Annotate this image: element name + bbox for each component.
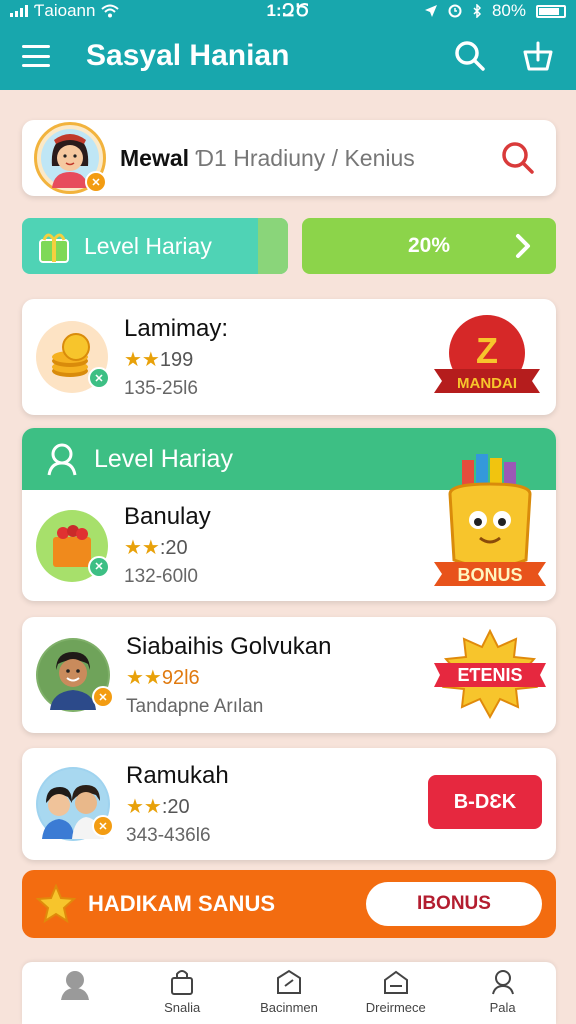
app-bar: Sasyal Hanian	[0, 22, 576, 90]
bluetooth-icon	[473, 4, 482, 18]
user-icon	[47, 443, 77, 476]
events-badge[interactable]: EƬENIS	[432, 629, 548, 721]
app-title: Sasyal Hanian	[86, 39, 290, 72]
list-item[interactable]: ✕ Ramukah ★★:20 343-436Ɩ6 B-DƐK	[22, 748, 556, 860]
ribbon-text: EƬENIS	[457, 665, 523, 685]
item-rating: 92Ɩ6	[161, 666, 200, 689]
home-icon	[383, 970, 408, 994]
promo-label: HADIKAM SANUS	[88, 891, 275, 916]
bottom-nav: Snalia Bacinmen Dreirmece Pala	[22, 962, 556, 1024]
wifi-icon	[101, 4, 120, 18]
badge-icon: ✕	[92, 686, 114, 708]
mandai-badge[interactable]: Z MANDAI	[432, 313, 542, 403]
profile-search-card[interactable]: ✕ Mewal Ɗ1 Hradiuny / Kenius	[22, 120, 556, 196]
item-rating: :20	[161, 795, 190, 818]
nav-item-dreirmece[interactable]: Dreirmece	[342, 962, 449, 1024]
basket-icon[interactable]	[522, 40, 554, 72]
carrier-name: Ƭaioann	[34, 1, 96, 20]
book-button[interactable]: B-DƐK	[428, 775, 542, 829]
list-item[interactable]: ✕ Siabaihis Golvukan ★★92Ɩ6 Tandapne Arı…	[22, 617, 556, 733]
status-bar: Ƭaioann 1:ԶԾ 80%	[0, 0, 576, 22]
profile-prefix: Ɗ1	[195, 144, 227, 171]
star-icon	[36, 884, 76, 924]
avatar: ✕	[34, 122, 107, 194]
nav-item-pala[interactable]: Pala	[449, 962, 556, 1024]
profile-subtitle: Hradiuny	[233, 144, 326, 171]
alarm-icon	[448, 4, 462, 18]
badge-icon: ✕	[92, 815, 114, 837]
progress-pill[interactable]: 20%	[302, 218, 556, 274]
person-search-icon	[491, 970, 514, 995]
coins-avatar: ✕	[36, 321, 110, 393]
star-rating-icon: ★★	[126, 666, 162, 689]
battery-percent: 80%	[491, 1, 526, 20]
gift-box-icon	[39, 233, 69, 263]
signal-icon	[10, 5, 28, 17]
menu-icon[interactable]	[22, 45, 50, 67]
nav-item-profile[interactable]	[22, 962, 129, 1024]
verified-badge-icon: ✕	[85, 171, 107, 193]
profile-location: Kenius	[344, 144, 415, 171]
list-item[interactable]: ✕ Lamimay: ★★199 135-25Ɩ6 Z MANDAI	[22, 299, 556, 415]
progress-text: 20%	[407, 234, 451, 257]
search-icon[interactable]	[454, 40, 486, 72]
level-card[interactable]: Level Hariay ✕ Banulay ★★:20 132-60Ɩ0 BO…	[22, 428, 556, 601]
level-row: Level Hariay 20%	[22, 218, 556, 274]
ribbon-text: MANDAI	[457, 375, 517, 392]
level-card-title: Level Hariay	[94, 444, 233, 473]
badge-icon: ✕	[88, 367, 110, 389]
star-rating-icon: ★★	[124, 348, 160, 371]
level-pill[interactable]: Level Hariay	[22, 218, 288, 274]
ribbon-text: BONUS	[457, 565, 523, 585]
battery-icon	[536, 4, 566, 18]
badge-icon: ✕	[88, 555, 110, 578]
location-icon	[424, 5, 437, 17]
avatar: ✕	[36, 638, 114, 712]
basket-avatar: ✕	[36, 509, 110, 582]
chevron-right-icon	[516, 234, 530, 258]
search-icon[interactable]	[500, 140, 536, 176]
bonus-badge[interactable]: BONUS	[430, 450, 550, 600]
svg-text:Z: Z	[476, 330, 498, 371]
level-label: Level Hariay	[84, 232, 212, 259]
star-rating-icon: ★★	[126, 795, 162, 818]
bonus-button[interactable]: ƖBONUS	[366, 882, 542, 926]
item-rating: 199	[159, 348, 194, 371]
profile-search-text: Mewal Ɗ1 Hradiuny / Kenius	[120, 145, 500, 172]
profile-icon	[61, 971, 90, 1000]
nav-label: Pala	[489, 1000, 516, 1015]
avatar: ✕	[36, 767, 114, 841]
bag-icon	[171, 970, 194, 995]
item-rating: :20	[159, 537, 188, 559]
clock: 1:ԶԾ	[266, 1, 310, 20]
promo-bar[interactable]: HADIKAM SANUS ƖBONUS	[22, 870, 556, 938]
shop-icon	[276, 969, 301, 994]
nav-item-snalia[interactable]: Snalia	[129, 962, 236, 1024]
profile-name: Mewal	[120, 144, 190, 171]
nav-item-bacinmen[interactable]: Bacinmen	[236, 962, 343, 1024]
nav-label: Snalia	[164, 1000, 201, 1015]
separator: /	[331, 144, 339, 171]
nav-label: Dreirmece	[365, 1000, 426, 1015]
nav-label: Bacinmen	[260, 1000, 318, 1015]
star-rating-icon: ★★	[124, 537, 160, 559]
